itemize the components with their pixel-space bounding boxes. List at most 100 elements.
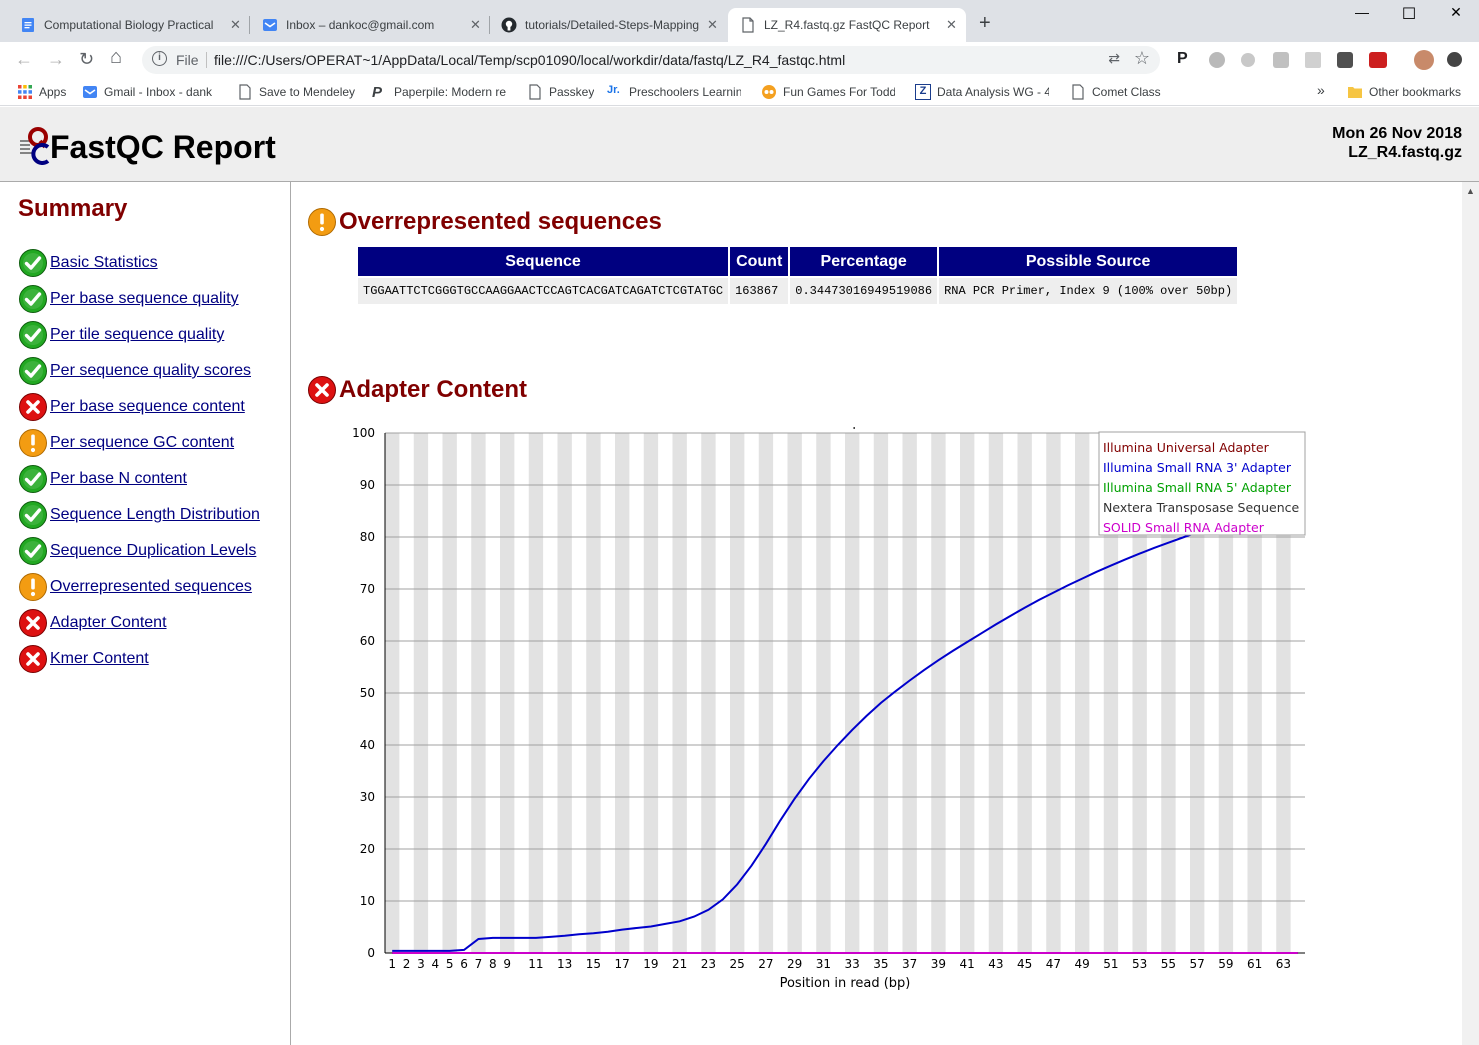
column-header: Sequence (358, 247, 729, 276)
profile-avatar[interactable] (1414, 50, 1434, 70)
adapter-section-title: Adapter Content (307, 375, 527, 405)
site-info-icon[interactable]: i (152, 51, 167, 66)
page-icon (239, 84, 251, 100)
pass-check-icon (18, 464, 48, 494)
forward-button[interactable]: → (47, 49, 65, 70)
paperpile-extension-icon[interactable]: P (1177, 50, 1193, 67)
x-tick-label: 27 (758, 957, 773, 971)
new-tab-button[interactable]: + (979, 12, 991, 35)
summary-link[interactable]: Per sequence quality scores (50, 362, 251, 380)
browser-toolbar: ← → ↻ ⌂ i File file:///C:/Users/OPERAT~1… (0, 42, 1479, 78)
sequence-cell: TGGAATTCTCGGGTGCCAAGGAACTCCAGTCACGATCAGA… (358, 278, 729, 304)
tab-close-icon[interactable]: ✕ (707, 17, 718, 33)
x-tick-label: 29 (787, 957, 802, 971)
bookmark-star-icon[interactable]: ☆ (1134, 48, 1150, 69)
reload-button[interactable]: ↻ (79, 49, 94, 70)
tab-close-icon[interactable]: ✕ (230, 17, 241, 33)
close-window-button[interactable]: ✕ (1433, 4, 1479, 21)
percentage-cell: 0.34473016949519086 (790, 278, 938, 304)
summary-sidebar: Summary Basic Statistics Per base sequenc… (0, 182, 291, 1045)
pass-check-icon (18, 284, 48, 314)
summary-link[interactable]: Kmer Content (50, 650, 149, 668)
tab-close-icon[interactable]: ✕ (946, 17, 957, 33)
url-scheme-label: File (176, 52, 199, 68)
address-bar[interactable]: i File file:///C:/Users/OPERAT~1/AppData… (142, 46, 1160, 74)
section-heading: Adapter Content (339, 376, 527, 403)
bookmark-apps[interactable]: Apps (17, 84, 66, 100)
maximize-button[interactable]: ☐ (1386, 4, 1432, 24)
x-tick-label: 37 (902, 957, 917, 971)
fail-cross-icon (18, 608, 48, 638)
summary-item: Sequence Length Distribution (18, 499, 260, 531)
bookmark-comet-class[interactable]: Comet Class (1070, 84, 1161, 100)
tab-title: LZ_R4.fastq.gz FastQC Report (764, 18, 930, 32)
summary-item: Adapter Content (18, 607, 167, 639)
summary-link[interactable]: Per sequence GC content (50, 434, 234, 452)
tab-strip: Computational Biology Practical ✕ Inbox … (0, 0, 1479, 42)
x-tick-label: 35 (873, 957, 888, 971)
summary-link[interactable]: Per base sequence content (50, 398, 245, 416)
warning-icon (18, 572, 48, 602)
browser-menu-icon[interactable] (1447, 52, 1462, 67)
tab-github-tutorials[interactable]: tutorials/Detailed-Steps-Mapping ✕ (489, 8, 727, 42)
x-tick-label: 11 (528, 957, 543, 971)
tab-computational-biology[interactable]: Computational Biology Practical ✕ (8, 8, 248, 42)
summary-item: Per sequence quality scores (18, 355, 251, 387)
tab-fastqc-report[interactable]: LZ_R4.fastq.gz FastQC Report ✕ (728, 8, 966, 42)
column-header: Count (730, 247, 789, 276)
mail-extension-icon[interactable] (1337, 52, 1353, 68)
tab-inbox[interactable]: Inbox – dankoc@gmail.com ✕ (250, 8, 488, 42)
x-tick-label: 21 (672, 957, 687, 971)
bookmark-preschoolers[interactable]: Jr. Preschoolers Learnin (607, 84, 741, 100)
minimize-button[interactable]: — (1339, 4, 1385, 20)
summary-link[interactable]: Overrepresented sequences (50, 578, 252, 596)
bookmark-data-analysis[interactable]: Z Data Analysis WG - 4 (915, 84, 1049, 100)
back-button[interactable]: ← (15, 49, 33, 70)
scroll-up-arrow-icon[interactable]: ▲ (1466, 186, 1475, 196)
other-bookmarks-folder[interactable]: Other bookmarks (1347, 84, 1461, 100)
summary-heading: Summary (18, 195, 128, 222)
summary-link[interactable]: Sequence Duplication Levels (50, 542, 256, 560)
y-tick-label: 20 (360, 842, 375, 856)
bookmark-paperpile[interactable]: P Paperpile: Modern re (372, 84, 506, 101)
url-text[interactable]: file:///C:/Users/OPERAT~1/AppData/Local/… (214, 52, 845, 68)
legend-entry: Nextera Transposase Sequence (1103, 500, 1300, 515)
report-header: FastQC Report Mon 26 Nov 2018 LZ_R4.fast… (0, 107, 1479, 182)
divider (206, 52, 207, 68)
extension-icon[interactable] (1209, 52, 1225, 68)
page-icon (529, 84, 541, 100)
extension-icon[interactable] (1241, 53, 1255, 67)
drive-extension-icon[interactable] (1273, 52, 1289, 68)
games-icon (762, 85, 776, 99)
pass-check-icon (18, 320, 48, 350)
more-bookmarks-button[interactable]: » (1317, 82, 1325, 98)
paperpile-icon: P (372, 84, 383, 101)
summary-link[interactable]: Per tile sequence quality (50, 326, 224, 344)
home-button[interactable]: ⌂ (110, 46, 122, 69)
bookmark-label: Apps (39, 85, 67, 99)
bookmark-mendeley[interactable]: Save to Mendeley (237, 84, 355, 100)
tab-title: Computational Biology Practical (44, 18, 214, 32)
x-tick-label: 49 (1075, 957, 1090, 971)
x-tick-label: 47 (1046, 957, 1061, 971)
summary-link[interactable]: Adapter Content (50, 614, 167, 632)
bookmark-gmail[interactable]: Gmail - Inbox - dank (82, 84, 216, 100)
report-main: Overrepresented sequences Sequence Count… (292, 182, 1462, 1045)
summary-link[interactable]: Basic Statistics (50, 254, 158, 272)
lastpass-extension-icon[interactable] (1369, 52, 1387, 68)
source-cell: RNA PCR Primer, Index 9 (100% over 50bp) (939, 278, 1238, 304)
y-tick-label: 40 (360, 738, 375, 752)
summary-link[interactable]: Per base N content (50, 470, 187, 488)
dropbox-extension-icon[interactable] (1305, 52, 1321, 68)
adapter-content-chart: % Adapter0102030405060708090100123456789… (352, 427, 1306, 991)
x-tick-label: 45 (1017, 957, 1032, 971)
bookmark-fun-games[interactable]: Fun Games For Todd (761, 84, 895, 100)
x-tick-label: 7 (475, 957, 483, 971)
summary-link[interactable]: Per base sequence quality (50, 290, 239, 308)
translate-icon[interactable]: ⇄ (1108, 50, 1120, 67)
bookmark-passkey[interactable]: Passkey (527, 84, 594, 100)
tab-close-icon[interactable]: ✕ (470, 17, 481, 33)
vertical-scrollbar[interactable]: ▲ (1462, 182, 1479, 1045)
pass-check-icon (18, 500, 48, 530)
summary-link[interactable]: Sequence Length Distribution (50, 506, 260, 524)
